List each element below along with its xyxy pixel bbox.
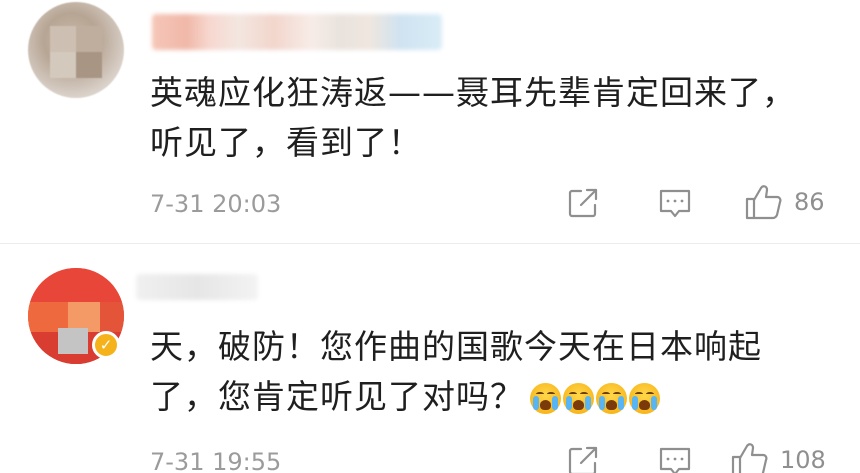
share-icon bbox=[566, 186, 600, 220]
avatar[interactable] bbox=[28, 2, 124, 98]
verified-badge-icon: ✓ bbox=[92, 331, 120, 359]
comment-text-body: 天，破防！您作曲的国歌今天在日本响起 了，您肯定听见了对吗？ bbox=[150, 327, 762, 416]
like-button[interactable]: 86 bbox=[744, 183, 825, 221]
share-button[interactable] bbox=[566, 444, 600, 473]
username-blurred[interactable] bbox=[152, 14, 442, 50]
comment-icon bbox=[657, 186, 693, 220]
crying-face-emoji-icon bbox=[563, 383, 594, 414]
thumbs-up-icon bbox=[744, 183, 784, 221]
thumbs-up-icon bbox=[730, 441, 770, 473]
like-count: 108 bbox=[780, 446, 826, 473]
comment-text: 英魂应化狂涛返——聂耳先辈肯定回来了， 听见了，看到了！ bbox=[150, 73, 796, 162]
crying-face-emoji-icon bbox=[530, 383, 561, 414]
comment-time: 7-31 20:03 bbox=[150, 190, 282, 218]
share-button[interactable] bbox=[566, 186, 600, 220]
reply-button[interactable] bbox=[657, 444, 693, 473]
comment-time: 7-31 19:55 bbox=[150, 448, 282, 473]
comment-item: 英魂应化狂涛返——聂耳先辈肯定回来了， 听见了，看到了！ 7-31 20:03 bbox=[0, 0, 860, 244]
share-icon bbox=[566, 444, 600, 473]
username-blurred[interactable] bbox=[136, 274, 258, 300]
comment-item: ✓ 天，破防！您作曲的国歌今天在日本响起 了，您肯定听见了对吗？ 7-31 19… bbox=[0, 244, 860, 473]
reply-button[interactable] bbox=[657, 186, 693, 220]
crying-face-emoji-icon bbox=[629, 383, 660, 414]
comment-icon bbox=[657, 444, 693, 473]
like-button[interactable]: 108 bbox=[730, 441, 826, 473]
comment-text: 天，破防！您作曲的国歌今天在日本响起 了，您肯定听见了对吗？ bbox=[150, 322, 830, 422]
emoji-row bbox=[530, 383, 660, 414]
like-count: 86 bbox=[794, 188, 825, 216]
crying-face-emoji-icon bbox=[596, 383, 627, 414]
